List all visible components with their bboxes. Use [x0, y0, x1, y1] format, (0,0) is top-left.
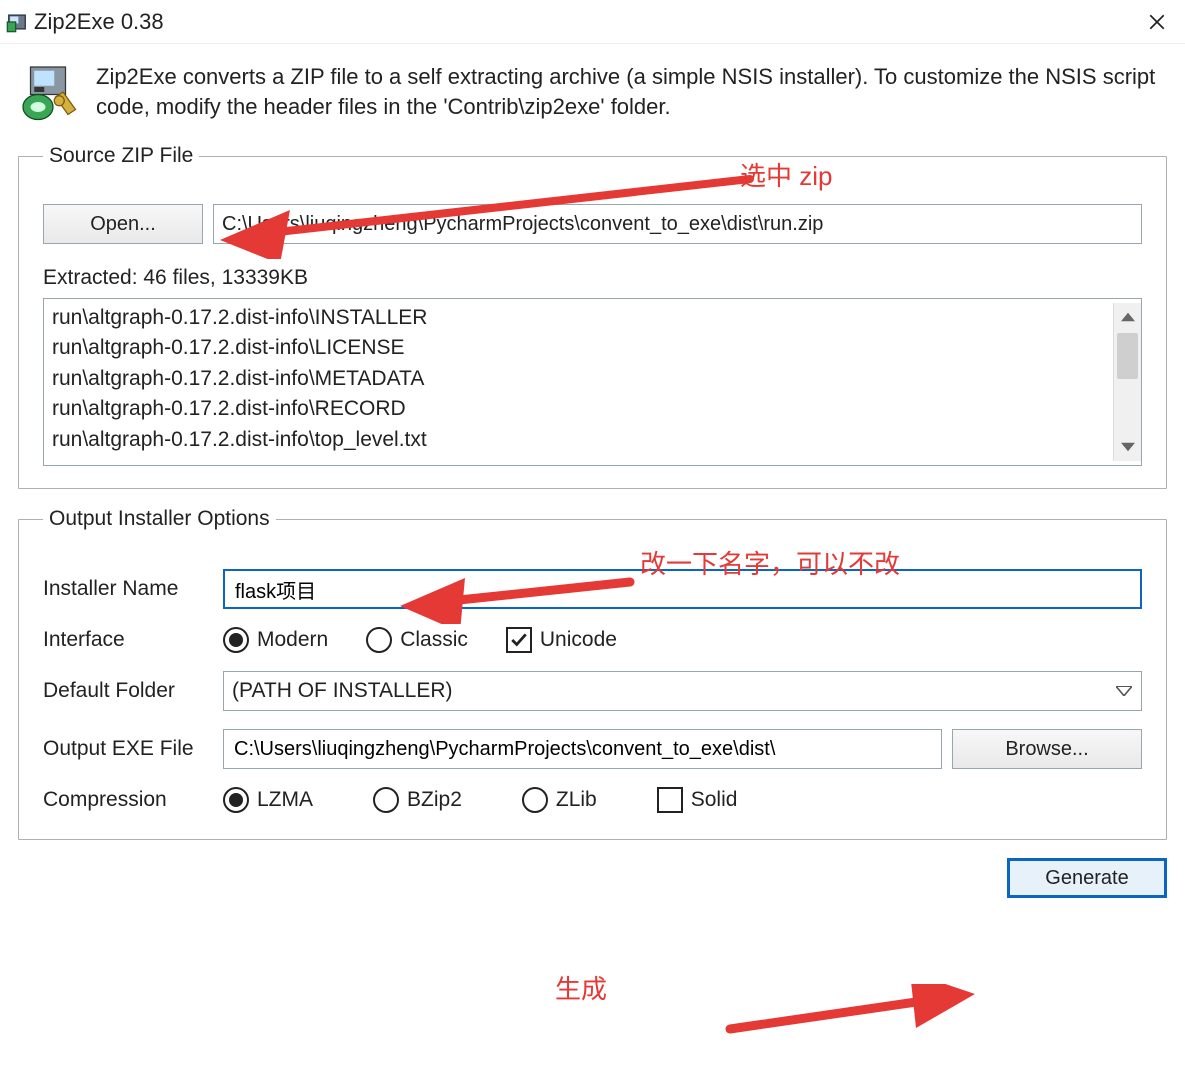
chevron-down-icon: [1107, 672, 1141, 710]
default-folder-label: Default Folder: [43, 679, 213, 703]
list-item: run\altgraph-0.17.2.dist-info\LICENSE: [52, 333, 1113, 363]
browse-button-label: Browse...: [1005, 738, 1088, 761]
extracted-status: Extracted: 46 files, 13339KB: [43, 266, 1142, 290]
arrow-icon: [720, 984, 980, 1044]
checkbox-icon: [506, 627, 532, 653]
interface-label: Interface: [43, 628, 213, 652]
compression-bzip2-radio[interactable]: BZip2: [373, 787, 462, 813]
annotation-generate: 生成: [555, 969, 607, 1006]
output-exe-input-wrapper: [223, 729, 942, 769]
zip-path-display: C:\Users\liuqingzheng\PycharmProjects\co…: [213, 204, 1142, 244]
open-button-label: Open...: [90, 213, 156, 236]
list-item: run\altgraph-0.17.2.dist-info\RECORD: [52, 394, 1113, 424]
scroll-up-icon[interactable]: [1114, 303, 1141, 331]
compression-label: Compression: [43, 788, 213, 812]
scroll-thumb[interactable]: [1117, 333, 1138, 379]
zip2exe-icon: [18, 62, 78, 122]
radio-icon: [223, 627, 249, 653]
installer-name-input-wrapper: [223, 569, 1142, 609]
output-exe-label: Output EXE File: [43, 737, 213, 761]
list-item: run\altgraph-0.17.2.dist-info\INSTALLER: [52, 303, 1113, 333]
generate-button[interactable]: Generate: [1007, 858, 1167, 898]
radio-icon: [366, 627, 392, 653]
interface-modern-radio[interactable]: Modern: [223, 627, 328, 653]
interface-classic-radio[interactable]: Classic: [366, 627, 468, 653]
scrollbar[interactable]: [1113, 303, 1141, 461]
output-options-legend: Output Installer Options: [43, 507, 276, 531]
scroll-down-icon[interactable]: [1114, 433, 1141, 461]
source-zip-legend: Source ZIP File: [43, 144, 199, 168]
radio-icon: [223, 787, 249, 813]
compression-lzma-radio[interactable]: LZMA: [223, 787, 313, 813]
installer-name-label: Installer Name: [43, 577, 213, 601]
header: Zip2Exe converts a ZIP file to a self ex…: [18, 62, 1167, 122]
open-button[interactable]: Open...: [43, 204, 203, 244]
list-item: run\altgraph-0.17.2.dist-info\top_level.…: [52, 425, 1113, 455]
radio-icon: [373, 787, 399, 813]
list-item: run\altgraph-0.17.2.dist-info\METADATA: [52, 364, 1113, 394]
source-zip-group: Source ZIP File Open... C:\Users\liuqing…: [18, 144, 1167, 489]
compression-zlib-radio[interactable]: ZLib: [522, 787, 597, 813]
output-options-group: Output Installer Options Installer Name …: [18, 507, 1167, 840]
app-icon: [6, 11, 28, 33]
radio-icon: [522, 787, 548, 813]
window-title: Zip2Exe 0.38: [28, 9, 1137, 35]
titlebar: Zip2Exe 0.38: [0, 0, 1185, 44]
installer-name-input[interactable]: [233, 577, 1132, 602]
default-folder-combo[interactable]: (PATH OF INSTALLER): [223, 671, 1142, 711]
zip2exe-window: Zip2Exe 0.38 Zip2Exe conv: [0, 0, 1185, 1080]
close-icon[interactable]: [1137, 4, 1177, 40]
output-exe-input[interactable]: [232, 737, 933, 762]
generate-button-label: Generate: [1045, 867, 1128, 890]
description-text: Zip2Exe converts a ZIP file to a self ex…: [96, 62, 1167, 122]
checkbox-icon: [657, 787, 683, 813]
extracted-files-list[interactable]: run\altgraph-0.17.2.dist-info\INSTALLER …: [43, 298, 1142, 466]
unicode-checkbox[interactable]: Unicode: [506, 627, 617, 653]
solid-checkbox[interactable]: Solid: [657, 787, 738, 813]
browse-button[interactable]: Browse...: [952, 729, 1142, 769]
